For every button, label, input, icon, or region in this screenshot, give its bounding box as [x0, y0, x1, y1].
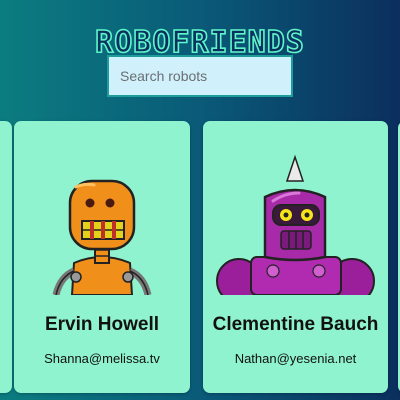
- robot-avatar-image: [203, 153, 388, 295]
- robot-avatar-image: [14, 153, 190, 295]
- robot-email: Nathan@yesenia.net: [234, 351, 357, 366]
- robot-name: Clementine Bauch: [212, 314, 379, 335]
- robot-name: Ervin Howell: [44, 314, 160, 335]
- orange-robot-icon: [52, 179, 152, 295]
- robot-card-partial-left[interactable]: [0, 121, 12, 393]
- search-input[interactable]: [107, 55, 293, 97]
- robot-email: Shanna@melissa.tv: [44, 351, 160, 366]
- robot-card[interactable]: Clementine Bauch Nathan@yesenia.net: [203, 121, 388, 393]
- robot-card[interactable]: Ervin Howell Shanna@melissa.tv: [14, 121, 190, 393]
- purple-robot-icon: [216, 154, 375, 295]
